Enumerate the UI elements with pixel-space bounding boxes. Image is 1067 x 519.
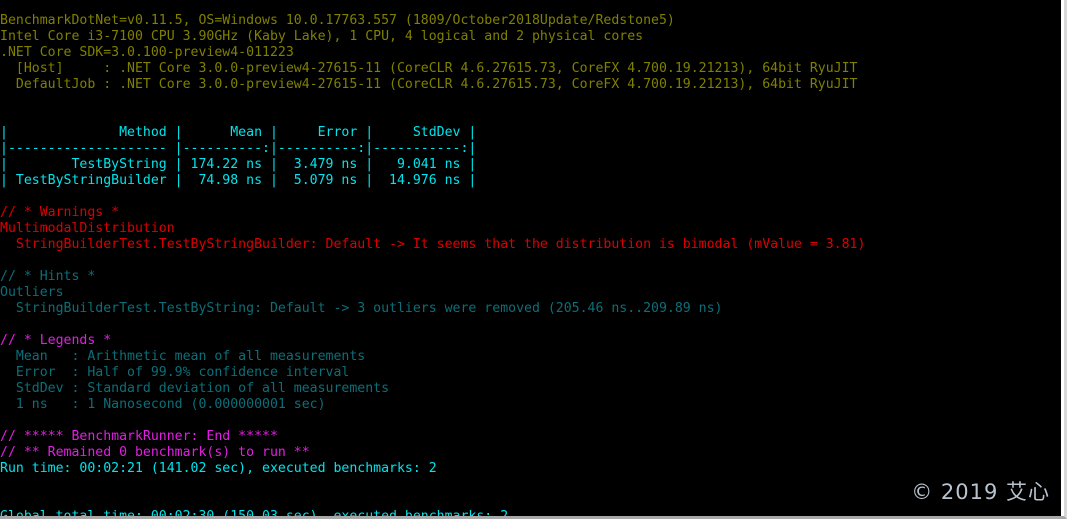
env-line-benchmarkdotnet: BenchmarkDotNet=v0.11.5, OS=Windows 10.0… (0, 13, 675, 29)
hints-header: // * Hints * (0, 269, 96, 285)
watermark: © 2019 艾心 (911, 480, 1050, 504)
spacer-8 (0, 493, 865, 509)
spacer-6 (0, 413, 865, 429)
spacer-2 (0, 109, 865, 125)
footer-remained: // ** Remained 0 benchmark(s) to run ** (0, 445, 310, 461)
legends-entry-nanosecond: 1 ns : 1 Nanosecond (0.000000001 sec) (0, 397, 326, 413)
spacer-3 (0, 189, 865, 205)
legends-header: // * Legends * (0, 333, 112, 349)
console-output: BenchmarkDotNet=v0.11.5, OS=Windows 10.0… (0, 13, 866, 519)
env-line-cpu: Intel Core i3-7100 CPU 3.90GHz (Kaby Lak… (0, 29, 644, 45)
env-line-sdk: .NET Core SDK=3.0.100-preview4-011223 (0, 45, 294, 61)
table-row: | TestByStringBuilder | 74.98 ns | 5.079… (0, 173, 477, 189)
results-table-separator: |-------------------- |----------:|-----… (0, 141, 477, 157)
footer-run-time: Run time: 00:02:21 (141.02 sec), execute… (0, 461, 437, 477)
legends-entry-error: Error : Half of 99.9% confidence interva… (0, 365, 350, 381)
table-row: | TestByString | 174.22 ns | 3.479 ns | … (0, 157, 477, 173)
spacer-5 (0, 317, 865, 333)
footer-runner-end: // ***** BenchmarkRunner: End ***** (0, 429, 278, 445)
hints-detail: StringBuilderTest.TestByString: Default … (0, 301, 723, 317)
legends-entry-mean: Mean : Arithmetic mean of all measuremen… (0, 349, 366, 365)
results-table-header: | Method | Mean | Error | StdDev | (0, 125, 477, 141)
warnings-header: // * Warnings * (0, 205, 120, 221)
hints-category: Outliers (0, 285, 64, 301)
console-window: BenchmarkDotNet=v0.11.5, OS=Windows 10.0… (0, 0, 1067, 519)
spacer-1 (0, 93, 865, 109)
spacer-7 (0, 477, 865, 493)
scrollbar[interactable] (1061, 0, 1064, 516)
footer-global-total-time: Global total time: 00:02:30 (150.03 sec)… (0, 509, 509, 519)
warnings-detail: StringBuilderTest.TestByStringBuilder: D… (0, 237, 866, 253)
env-line-host: [Host] : .NET Core 3.0.0-preview4-27615-… (0, 61, 858, 77)
env-line-defaultjob: DefaultJob : .NET Core 3.0.0-preview4-27… (0, 77, 858, 93)
warnings-category: MultimodalDistribution (0, 221, 175, 237)
spacer-4 (0, 253, 865, 269)
legends-entry-stddev: StdDev : Standard deviation of all measu… (0, 381, 390, 397)
